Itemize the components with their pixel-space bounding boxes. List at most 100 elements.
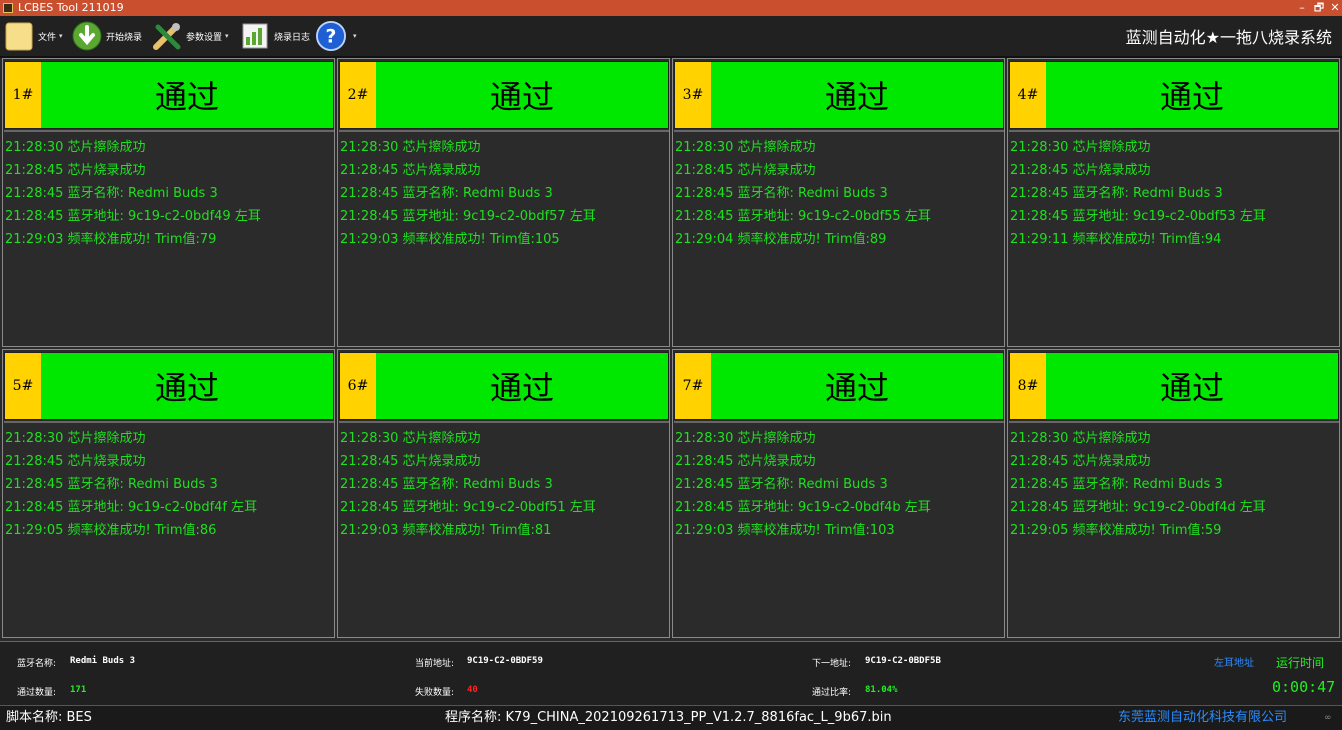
log-line: 21:28:45 蓝牙地址: 9c19-c2-0bdf49 左耳 xyxy=(5,209,261,224)
slot-log: 21:28:30 芯片擦除成功 21:28:45 芯片烧录成功 21:28:45… xyxy=(5,427,332,542)
slot-header: 8# 通过 xyxy=(1009,352,1339,420)
divider xyxy=(1009,130,1339,132)
left-ear-address-link[interactable]: 左耳地址 xyxy=(1214,654,1254,669)
close-button[interactable]: ✕ xyxy=(1328,0,1342,16)
log-line: 21:28:30 芯片擦除成功 xyxy=(1010,140,1151,155)
slot-log: 21:28:30 芯片擦除成功 21:28:45 芯片烧录成功 21:28:45… xyxy=(675,427,1002,542)
log-line: 21:29:04 频率校准成功! Trim值:89 xyxy=(675,232,887,247)
log-line: 21:28:45 芯片烧录成功 xyxy=(1010,163,1151,178)
slot-number: 6# xyxy=(340,353,376,419)
divider xyxy=(674,130,1004,132)
log-line: 21:28:45 芯片烧录成功 xyxy=(675,163,816,178)
start-burn-label: 开始烧录 xyxy=(106,32,143,43)
log-line: 21:28:30 芯片擦除成功 xyxy=(5,431,146,446)
help-button[interactable]: ? ▾ xyxy=(316,19,357,53)
log-chart-icon xyxy=(240,21,270,51)
slot-header: 7# 通过 xyxy=(674,352,1004,420)
log-line: 21:28:45 芯片烧录成功 xyxy=(340,454,481,469)
log-line: 21:28:30 芯片擦除成功 xyxy=(5,140,146,155)
slot-header: 2# 通过 xyxy=(339,61,669,129)
slot-log: 21:28:30 芯片擦除成功 21:28:45 芯片烧录成功 21:28:45… xyxy=(340,427,667,542)
log-line: 21:28:45 蓝牙地址: 9c19-c2-0bdf4f 左耳 xyxy=(5,500,258,515)
log-line: 21:28:45 蓝牙名称: Redmi Buds 3 xyxy=(340,186,553,201)
slot-status: 通过 xyxy=(489,78,554,116)
start-burn-button[interactable]: 开始烧录 xyxy=(72,19,142,53)
param-settings-label: 参数设置 xyxy=(186,32,223,43)
log-line: 21:28:30 芯片擦除成功 xyxy=(675,140,816,155)
next-address-value: 9C19-C2-0BDF5B xyxy=(865,656,941,666)
pass-count-value: 171 xyxy=(70,685,87,695)
slot-log: 21:28:30 芯片擦除成功 21:28:45 芯片烧录成功 21:28:45… xyxy=(1010,427,1337,542)
toolbar: 文件 ▾ 开始烧录 参数设置 ▾ 烧录日志 ? ▾ 蓝测自动化★一拖八烧录系统 xyxy=(0,16,1342,58)
run-time-label: 运行时间 xyxy=(1276,656,1325,670)
chevron-down-icon: ▾ xyxy=(353,32,357,40)
system-name: 蓝测自动化★一拖八烧录系统 xyxy=(1125,28,1332,47)
app-icon xyxy=(3,3,13,13)
slot-number: 7# xyxy=(675,353,711,419)
divider xyxy=(674,421,1004,423)
minimize-button[interactable]: – xyxy=(1295,0,1309,16)
slot-panel-5: 5# 通过 21:28:30 芯片擦除成功 21:28:45 芯片烧录成功 21… xyxy=(2,349,335,638)
resize-grip-icon[interactable]: ∞ xyxy=(1324,706,1332,730)
bt-name-value: Redmi Buds 3 xyxy=(70,656,136,666)
burn-log-button[interactable]: 烧录日志 xyxy=(240,19,310,53)
restore-button[interactable]: 🗗 xyxy=(1312,0,1326,16)
slot-status: 通过 xyxy=(154,369,219,407)
slot-status: 通过 xyxy=(824,78,889,116)
log-line: 21:28:30 芯片擦除成功 xyxy=(340,431,481,446)
log-line: 21:29:05 频率校准成功! Trim值:86 xyxy=(5,523,217,538)
chevron-down-icon: ▾ xyxy=(225,32,229,40)
log-line: 21:28:45 蓝牙地址: 9c19-c2-0bdf51 左耳 xyxy=(340,500,596,515)
window-title: LCBES Tool 211019 xyxy=(18,1,124,14)
slot-status: 通过 xyxy=(1159,78,1224,116)
log-line: 21:28:45 蓝牙名称: Redmi Buds 3 xyxy=(1010,186,1223,201)
log-line: 21:28:45 蓝牙名称: Redmi Buds 3 xyxy=(675,477,888,492)
pass-count-label: 通过数量: xyxy=(17,688,57,698)
slot-number: 2# xyxy=(340,62,376,128)
log-line: 21:28:45 芯片烧录成功 xyxy=(5,454,146,469)
burn-log-label: 烧录日志 xyxy=(274,32,311,43)
status-bar: 脚本名称: BES 程序名称: K79_CHINA_202109261713_P… xyxy=(0,705,1342,730)
log-line: 21:28:45 蓝牙地址: 9c19-c2-0bdf55 左耳 xyxy=(675,209,931,224)
download-arrow-icon xyxy=(72,21,102,51)
log-line: 21:28:45 芯片烧录成功 xyxy=(340,163,481,178)
company-link[interactable]: 东莞蓝测自动化科技有限公司 xyxy=(1118,706,1287,730)
slot-panel-2: 2# 通过 21:28:30 芯片擦除成功 21:28:45 芯片烧录成功 21… xyxy=(337,58,670,347)
run-time-value: 0:00:47 xyxy=(1272,678,1336,696)
slot-header: 4# 通过 xyxy=(1009,61,1339,129)
divider xyxy=(4,421,334,423)
file-menu-button[interactable]: 文件 ▾ xyxy=(4,19,63,53)
log-line: 21:29:03 频率校准成功! Trim值:105 xyxy=(340,232,560,247)
log-line: 21:28:30 芯片擦除成功 xyxy=(1010,431,1151,446)
slot-header: 3# 通过 xyxy=(674,61,1004,129)
slot-panel-1: 1# 通过 21:28:30 芯片擦除成功 21:28:45 芯片烧录成功 21… xyxy=(2,58,335,347)
help-icon: ? xyxy=(316,21,346,51)
slot-number: 3# xyxy=(675,62,711,128)
slot-log: 21:28:30 芯片擦除成功 21:28:45 芯片烧录成功 21:28:45… xyxy=(1010,136,1337,251)
divider xyxy=(4,130,334,132)
folder-icon xyxy=(4,21,34,51)
log-line: 21:28:45 芯片烧录成功 xyxy=(5,163,146,178)
next-address-label: 下一地址: xyxy=(812,659,852,669)
slot-header: 6# 通过 xyxy=(339,352,669,420)
param-settings-button[interactable]: 参数设置 ▾ xyxy=(152,19,229,53)
log-line: 21:28:30 芯片擦除成功 xyxy=(340,140,481,155)
slot-status: 通过 xyxy=(1159,369,1224,407)
slot-status: 通过 xyxy=(154,78,219,116)
file-label: 文件 xyxy=(38,32,57,43)
pass-rate-label: 通过比率: xyxy=(812,688,852,698)
slot-status: 通过 xyxy=(824,369,889,407)
slot-header: 5# 通过 xyxy=(4,352,334,420)
current-address-label: 当前地址: xyxy=(415,659,455,669)
slot-number: 4# xyxy=(1010,62,1046,128)
slot-number: 8# xyxy=(1010,353,1046,419)
slot-log: 21:28:30 芯片擦除成功 21:28:45 芯片烧录成功 21:28:45… xyxy=(675,136,1002,251)
log-line: 21:28:45 芯片烧录成功 xyxy=(675,454,816,469)
title-bar: LCBES Tool 211019 – 🗗 ✕ xyxy=(0,0,1342,16)
log-line: 21:29:05 频率校准成功! Trim值:59 xyxy=(1010,523,1222,538)
info-panel: 蓝牙名称: Redmi Buds 3 当前地址: 9C19-C2-0BDF59 … xyxy=(0,641,1342,705)
pass-rate-value: 81.04% xyxy=(865,685,898,695)
slot-panel-7: 7# 通过 21:28:30 芯片擦除成功 21:28:45 芯片烧录成功 21… xyxy=(672,349,1005,638)
slot-panel-8: 8# 通过 21:28:30 芯片擦除成功 21:28:45 芯片烧录成功 21… xyxy=(1007,349,1340,638)
log-line: 21:28:45 蓝牙地址: 9c19-c2-0bdf4b 左耳 xyxy=(675,500,931,515)
